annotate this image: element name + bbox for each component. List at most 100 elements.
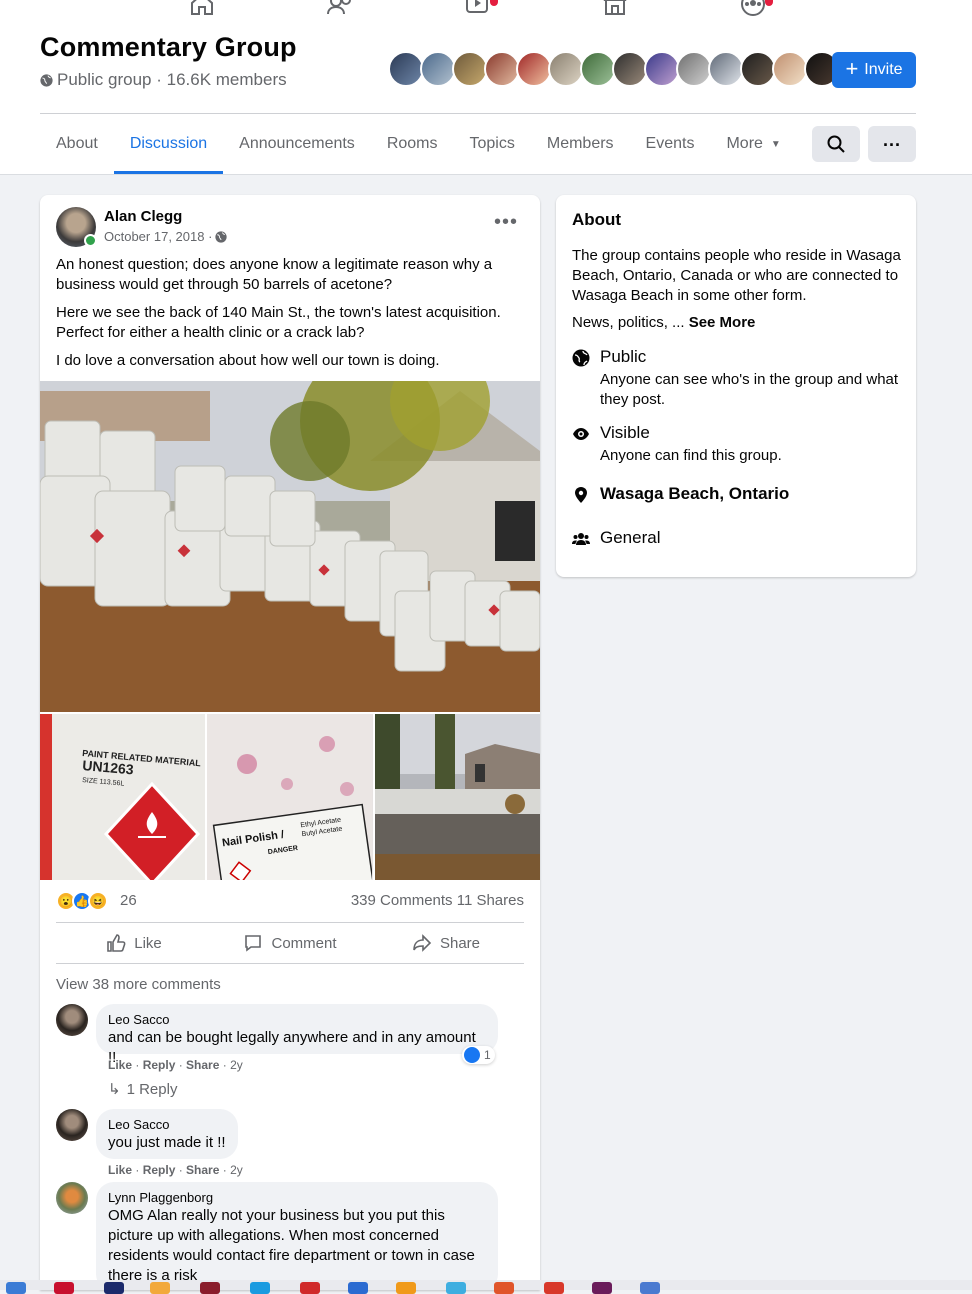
post-timestamp[interactable]: October 17, 2018 ·: [104, 229, 228, 244]
comment-author[interactable]: Leo Sacco: [108, 1117, 226, 1133]
reply-arrow-icon: ↳: [108, 1081, 121, 1098]
taskbar-app-icon[interactable]: [396, 1282, 416, 1294]
taskbar-app-icon[interactable]: [348, 1282, 368, 1294]
view-replies-link[interactable]: ↳ 1 Reply: [108, 1080, 177, 1099]
post-paragraph: Here we see the back of 140 Main St., th…: [56, 304, 501, 341]
invite-label: Invite: [864, 61, 903, 78]
view-more-comments-link[interactable]: View 38 more comments: [56, 976, 221, 993]
invite-button[interactable]: + Invite: [832, 52, 916, 88]
avatar[interactable]: [484, 51, 520, 87]
about-card: About The group contains people who resi…: [556, 195, 916, 577]
home-icon[interactable]: [189, 0, 219, 16]
taskbar-app-icon[interactable]: [250, 1282, 270, 1294]
comment-time[interactable]: 2y: [230, 1058, 243, 1072]
avatar[interactable]: [644, 51, 680, 87]
comment-like-link[interactable]: Like: [108, 1058, 132, 1072]
taskbar-app-icon[interactable]: [104, 1282, 124, 1294]
group-tabs: About Discussion Announcements Rooms Top…: [40, 114, 797, 174]
barrels-photo-illustration: [40, 381, 540, 712]
comment-bubble: Leo Sacco and can be bought legally anyw…: [96, 1004, 498, 1066]
about-row-public: Public Anyone can see who's in the group…: [572, 347, 904, 411]
comment-share-counts[interactable]: 339 Comments 11 Shares: [351, 892, 524, 909]
comment-meta: Like · Reply · Share · 2y: [108, 1058, 243, 1072]
reaction-icons[interactable]: 😮 👍 😆: [56, 891, 108, 911]
globe-icon: [40, 73, 53, 87]
plus-icon: +: [845, 56, 859, 81]
comment-time[interactable]: 2y: [230, 1163, 243, 1177]
search-button[interactable]: [812, 126, 860, 162]
more-options-button[interactable]: ...: [868, 126, 916, 162]
comment-share-link[interactable]: Share: [186, 1163, 219, 1177]
about-topics-text: News, politics, ...: [572, 314, 685, 331]
taskbar-app-icon[interactable]: [300, 1282, 320, 1294]
notification-dot: [490, 0, 498, 6]
tab-about[interactable]: About: [40, 114, 114, 174]
globe-icon: [572, 349, 590, 367]
comment-share-link[interactable]: Share: [186, 1058, 219, 1072]
avatar[interactable]: [452, 51, 488, 87]
avatar[interactable]: [676, 51, 712, 87]
avatar[interactable]: [580, 51, 616, 87]
share-button[interactable]: Share: [368, 923, 524, 963]
comment-like-badge[interactable]: 1: [462, 1046, 495, 1064]
post-photo-barrels[interactable]: [40, 381, 540, 712]
comment-author[interactable]: Leo Sacco: [108, 1012, 486, 1028]
marketplace-icon[interactable]: [602, 0, 632, 16]
tab-announcements[interactable]: Announcements: [223, 114, 371, 174]
see-more-link[interactable]: See More: [689, 314, 756, 331]
about-row-subtitle: Anyone can find this group.: [600, 447, 782, 464]
avatar[interactable]: [56, 1182, 88, 1214]
comment: Leo Sacco and can be bought legally anyw…: [56, 1004, 524, 1104]
like-button[interactable]: Like: [56, 923, 212, 963]
about-row-visible: Visible Anyone can find this group.: [572, 423, 904, 467]
tab-discussion[interactable]: Discussion: [113, 114, 224, 174]
comment-bubble: Lynn Plaggenborg OMG Alan really not you…: [96, 1182, 498, 1290]
taskbar-app-icon[interactable]: [592, 1282, 612, 1294]
comment-reply-link[interactable]: Reply: [143, 1058, 176, 1072]
tab-members[interactable]: Members: [531, 114, 630, 174]
comment-author[interactable]: Lynn Plaggenborg: [108, 1190, 486, 1206]
comment-button[interactable]: Comment: [212, 923, 368, 963]
about-description: The group contains people who reside in …: [572, 247, 901, 304]
taskbar-app-icon[interactable]: [494, 1282, 514, 1294]
avatar[interactable]: [56, 1109, 88, 1141]
tab-more[interactable]: More ▼: [710, 114, 796, 174]
taskbar-app-icon[interactable]: [6, 1282, 26, 1294]
taskbar-app-icon[interactable]: [54, 1282, 74, 1294]
taskbar-app-icon[interactable]: [544, 1282, 564, 1294]
avatar[interactable]: [420, 51, 456, 87]
about-row-location: Wasaga Beach, Ontario: [572, 484, 904, 508]
post-photo-yard[interactable]: [374, 714, 540, 880]
comment-bubble: Leo Sacco you just made it !!: [96, 1109, 238, 1159]
avatar[interactable]: [388, 51, 424, 87]
comment-reply-link[interactable]: Reply: [143, 1163, 176, 1177]
tab-topics[interactable]: Topics: [454, 114, 531, 174]
tab-events[interactable]: Events: [630, 114, 711, 174]
post-options-icon[interactable]: •••: [492, 211, 520, 239]
taskbar-app-icon[interactable]: [640, 1282, 660, 1294]
about-row-category: General: [572, 528, 904, 552]
comment-like-link[interactable]: Like: [108, 1163, 132, 1177]
taskbar-app-icon[interactable]: [200, 1282, 220, 1294]
post-author[interactable]: Alan Clegg: [104, 208, 182, 225]
taskbar-app-icon[interactable]: [446, 1282, 466, 1294]
post-photo-nail-polish[interactable]: Nail Polish / Ethyl Acetate Butyl Acetat…: [207, 714, 373, 880]
about-row-title[interactable]: Wasaga Beach, Ontario: [600, 484, 789, 504]
reaction-count[interactable]: 26: [120, 892, 137, 909]
avatar[interactable]: [548, 51, 584, 87]
post-photo-label[interactable]: PAINT RELATED MATERIAL UN1263 SIZE 113.5…: [40, 714, 206, 880]
avatar[interactable]: [56, 1004, 88, 1036]
avatar[interactable]: [516, 51, 552, 87]
friends-icon[interactable]: [327, 0, 357, 16]
taskbar-app-icon[interactable]: [150, 1282, 170, 1294]
avatar[interactable]: [772, 51, 808, 87]
comment: Leo Sacco you just made it !! Like · Rep…: [56, 1109, 524, 1189]
avatar[interactable]: [740, 51, 776, 87]
group-title[interactable]: Commentary Group: [40, 32, 297, 63]
post-date: October 17, 2018 ·: [104, 229, 213, 244]
tab-rooms[interactable]: Rooms: [371, 114, 454, 174]
os-taskbar: [0, 1280, 972, 1294]
about-row-title: Visible: [600, 423, 650, 442]
avatar[interactable]: [612, 51, 648, 87]
avatar[interactable]: [708, 51, 744, 87]
